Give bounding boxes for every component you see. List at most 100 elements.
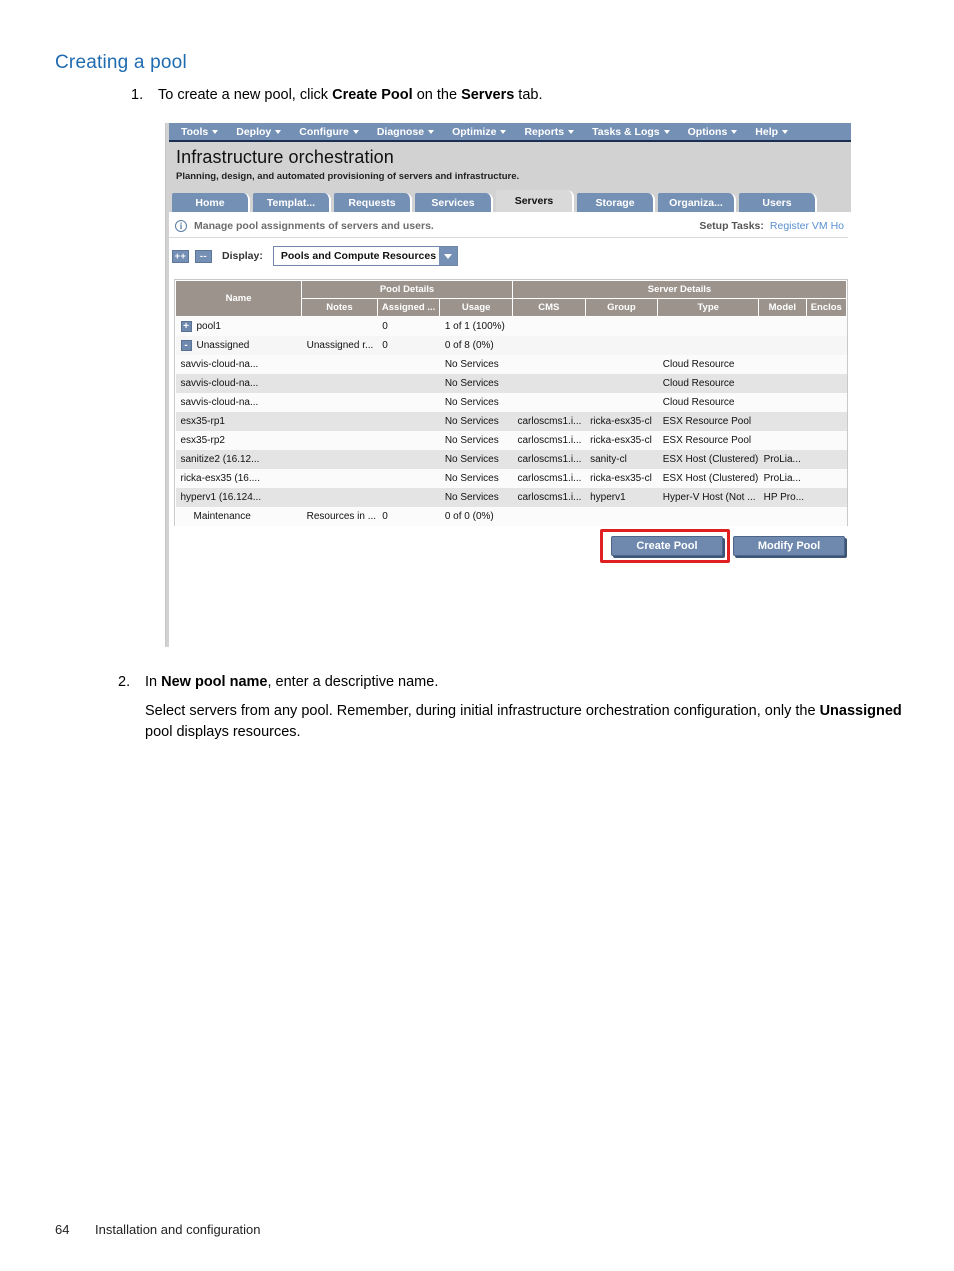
row-notes xyxy=(301,450,378,470)
menu-item-optimize[interactable]: Optimize xyxy=(443,126,515,138)
collapse-toggle-icon[interactable]: - xyxy=(180,340,192,352)
row-group: hyperv1 xyxy=(585,488,658,508)
table-row[interactable]: ricka-esx35 (16.... No Services carloscm… xyxy=(175,469,847,489)
tab-organizations-label: Organiza... xyxy=(669,196,723,209)
table-row[interactable]: esx35-rp2 No Services carloscms1.i... ri… xyxy=(175,431,847,451)
tab-home[interactable]: Home xyxy=(172,193,250,212)
row-assigned xyxy=(377,469,440,489)
step-1-bold-servers: Servers xyxy=(461,87,515,103)
tab-strip: Home Templat... Requests Services Server… xyxy=(166,190,851,212)
column-header-notes[interactable]: Notes xyxy=(301,298,378,317)
column-header-name[interactable]: Name xyxy=(174,280,303,317)
row-type: Cloud Resource xyxy=(657,374,759,394)
table-row[interactable]: sanitize2 (16.12... No Services carloscm… xyxy=(175,450,847,470)
row-notes xyxy=(301,316,378,337)
step-1-text: To create a new pool, click Create Pool … xyxy=(158,85,543,106)
menu-item-options[interactable]: Options xyxy=(679,126,747,138)
row-enclosure xyxy=(806,336,847,356)
row-name: hyperv1 (16.124... xyxy=(175,488,302,508)
row-assigned xyxy=(377,355,440,375)
row-assigned xyxy=(377,431,440,451)
tab-storage[interactable]: Storage xyxy=(577,193,655,212)
step-2-sub-a: Select servers from any pool. Remember, … xyxy=(145,703,820,720)
row-type xyxy=(657,507,759,527)
row-assigned: 0 xyxy=(377,316,440,337)
menu-item-tools[interactable]: Tools xyxy=(172,126,227,138)
menu-item-tasks-and-logs[interactable]: Tasks & Logs xyxy=(583,126,679,138)
row-assigned xyxy=(377,450,440,470)
step-1-bold-create-pool: Create Pool xyxy=(332,87,413,103)
row-model xyxy=(758,355,807,375)
row-name-cell[interactable]: + pool1 xyxy=(175,316,302,337)
modify-pool-button[interactable]: Modify Pool xyxy=(733,536,845,557)
column-header-model[interactable]: Model xyxy=(758,298,807,317)
row-group xyxy=(585,507,658,527)
step-2-number: 2. xyxy=(118,674,131,690)
setup-tasks-link-register-vm-host[interactable]: Register VM Ho xyxy=(770,220,844,232)
row-name: esx35-rp1 xyxy=(175,412,302,432)
column-header-type[interactable]: Type xyxy=(657,298,760,317)
tab-templates[interactable]: Templat... xyxy=(253,193,331,212)
display-toolbar: ++ -- Display: Pools and Compute Resourc… xyxy=(166,238,851,273)
expand-toggle-icon[interactable]: + xyxy=(180,321,192,332)
column-header-cms[interactable]: CMS xyxy=(511,298,586,317)
table-row[interactable]: savvis-cloud-na... No Services Cloud Res… xyxy=(175,355,847,375)
row-cms: carloscms1.i... xyxy=(512,450,586,470)
table-row[interactable]: + pool1 0 1 of 1 (100%) xyxy=(175,316,847,337)
collapse-all-button[interactable]: -- xyxy=(195,249,212,263)
step-2-text-a: In xyxy=(145,674,162,690)
row-notes xyxy=(301,393,378,413)
row-type: ESX Resource Pool xyxy=(657,431,759,451)
document-page: Creating a pool 1. To create a new pool,… xyxy=(0,0,954,1271)
table-row[interactable]: savvis-cloud-na... No Services Cloud Res… xyxy=(175,393,847,413)
tab-services[interactable]: Services xyxy=(415,193,493,212)
row-name-cell[interactable]: - Unassigned xyxy=(175,336,302,356)
row-notes: Unassigned r... xyxy=(301,336,378,356)
tab-organizations[interactable]: Organiza... xyxy=(658,193,736,212)
row-name: pool1 xyxy=(196,321,221,332)
table-row[interactable]: esx35-rp1 No Services carloscms1.i... ri… xyxy=(175,412,847,432)
table-group-header-row: Name Pool Details Server Details xyxy=(174,280,848,317)
row-enclosure xyxy=(806,412,847,432)
row-usage: No Services xyxy=(439,431,513,451)
table-row[interactable]: - Unassigned Unassigned r... 0 0 of 8 (0%… xyxy=(175,336,847,356)
footer-section-title: Installation and configuration xyxy=(95,1222,261,1237)
menu-item-help[interactable]: Help xyxy=(746,126,797,138)
step-1-number: 1. xyxy=(131,87,144,103)
display-select[interactable]: Pools and Compute Resources xyxy=(272,246,458,266)
tab-requests[interactable]: Requests xyxy=(334,193,412,212)
column-header-enclosure[interactable]: Enclos xyxy=(805,298,848,317)
row-cms xyxy=(512,507,586,527)
setup-tasks-label: Setup Tasks: xyxy=(699,220,764,232)
menu-item-diagnose[interactable]: Diagnose xyxy=(368,126,443,138)
row-assigned: 0 xyxy=(377,507,440,527)
tab-storage-label: Storage xyxy=(595,196,635,209)
column-header-usage[interactable]: Usage xyxy=(439,298,513,317)
row-group xyxy=(585,316,658,337)
menu-item-reports[interactable]: Reports xyxy=(515,126,583,138)
row-usage: 0 of 8 (0%) xyxy=(439,336,513,356)
menu-item-deploy[interactable]: Deploy xyxy=(227,126,290,138)
menu-item-help-label: Help xyxy=(755,125,779,138)
table-row[interactable]: Maintenance Resources in ... 0 0 of 0 (0… xyxy=(175,507,847,527)
table-row[interactable]: hyperv1 (16.124... No Services carloscms… xyxy=(175,488,847,508)
server-pool-table: Name Pool Details Server Details Notes A… xyxy=(174,279,848,527)
menu-item-configure[interactable]: Configure xyxy=(290,126,368,138)
table-row[interactable]: savvis-cloud-na... No Services Cloud Res… xyxy=(175,374,847,394)
step-1-text-c: tab. xyxy=(514,87,543,103)
chevron-down-icon[interactable] xyxy=(438,247,457,265)
row-notes xyxy=(301,355,378,375)
row-usage: 1 of 1 (100%) xyxy=(439,316,513,337)
table-body: + pool1 0 1 of 1 (100%) - Unassigned Una… xyxy=(175,316,847,527)
menu-bar: Tools Deploy Configure Diagnose Optimize… xyxy=(166,123,851,142)
column-header-assigned[interactable]: Assigned ... xyxy=(376,298,441,317)
column-header-group[interactable]: Group xyxy=(584,298,659,317)
tab-users[interactable]: Users xyxy=(739,193,817,212)
info-bar: i Manage pool assignments of servers and… xyxy=(169,212,848,238)
row-notes: Resources in ... xyxy=(301,507,378,527)
display-select-value: Pools and Compute Resources xyxy=(280,250,437,262)
expand-all-button[interactable]: ++ xyxy=(172,249,189,263)
row-type: Cloud Resource xyxy=(657,355,759,375)
tab-servers[interactable]: Servers xyxy=(496,190,574,212)
row-notes xyxy=(301,374,378,394)
